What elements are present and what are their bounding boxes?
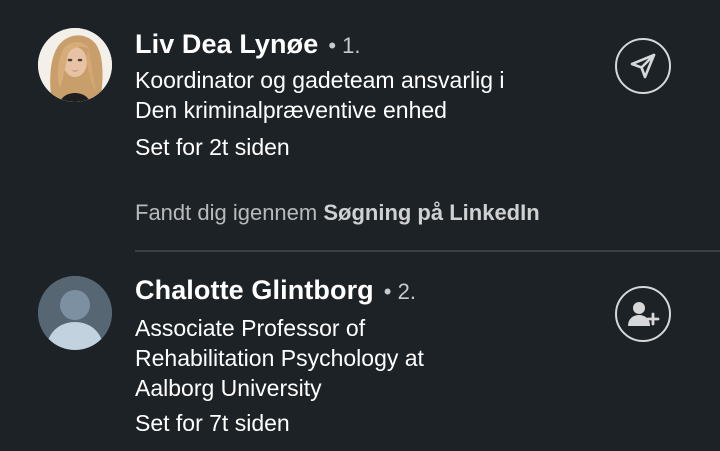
viewed-time: Set for 7t siden [135, 410, 290, 436]
viewer-name[interactable]: Chalotte Glintborg [135, 275, 374, 305]
headline-line: Den kriminalpræventive enhed [135, 97, 447, 123]
found-via: Fandt dig igennem Søgning på LinkedIn [135, 198, 540, 228]
headline-line: Aalborg University [135, 375, 322, 401]
viewer-name[interactable]: Liv Dea Lynøe [135, 29, 318, 59]
viewer-name-line: Chalotte Glintborg • 2. [135, 274, 416, 311]
headline-line: Koordinator og gadeteam ansvarlig i [135, 67, 505, 93]
connect-button[interactable] [615, 286, 671, 342]
viewer-name-line: Liv Dea Lynøe • 1. [135, 28, 361, 65]
profile-photo [38, 28, 112, 102]
add-connection-icon [628, 302, 660, 326]
found-via-prefix: Fandt dig igennem [135, 200, 324, 225]
viewer-card[interactable]: Chalotte Glintborg • 2. Associate Profess… [0, 252, 720, 451]
connection-degree: • 1. [328, 33, 361, 58]
viewer-card[interactable]: Liv Dea Lynøe • 1. Koordinator og gadetea… [0, 0, 720, 251]
viewer-headline: Associate Professor of Rehabilitation Ps… [135, 313, 424, 403]
viewer-headline: Koordinator og gadeteam ansvarlig i Den … [135, 65, 505, 125]
send-message-icon [630, 53, 656, 79]
default-avatar-icon [38, 276, 112, 350]
avatar[interactable] [38, 276, 112, 350]
connection-degree: • 2. [383, 279, 416, 304]
found-via-source: Søgning på LinkedIn [323, 200, 540, 225]
viewed-time: Set for 2t siden [135, 134, 290, 160]
headline-line: Associate Professor of [135, 315, 366, 341]
avatar[interactable] [38, 28, 112, 102]
headline-line: Rehabilitation Psychology at [135, 345, 424, 371]
send-message-button[interactable] [615, 38, 671, 94]
profile-viewers-list: Liv Dea Lynøe • 1. Koordinator og gadetea… [0, 0, 720, 451]
